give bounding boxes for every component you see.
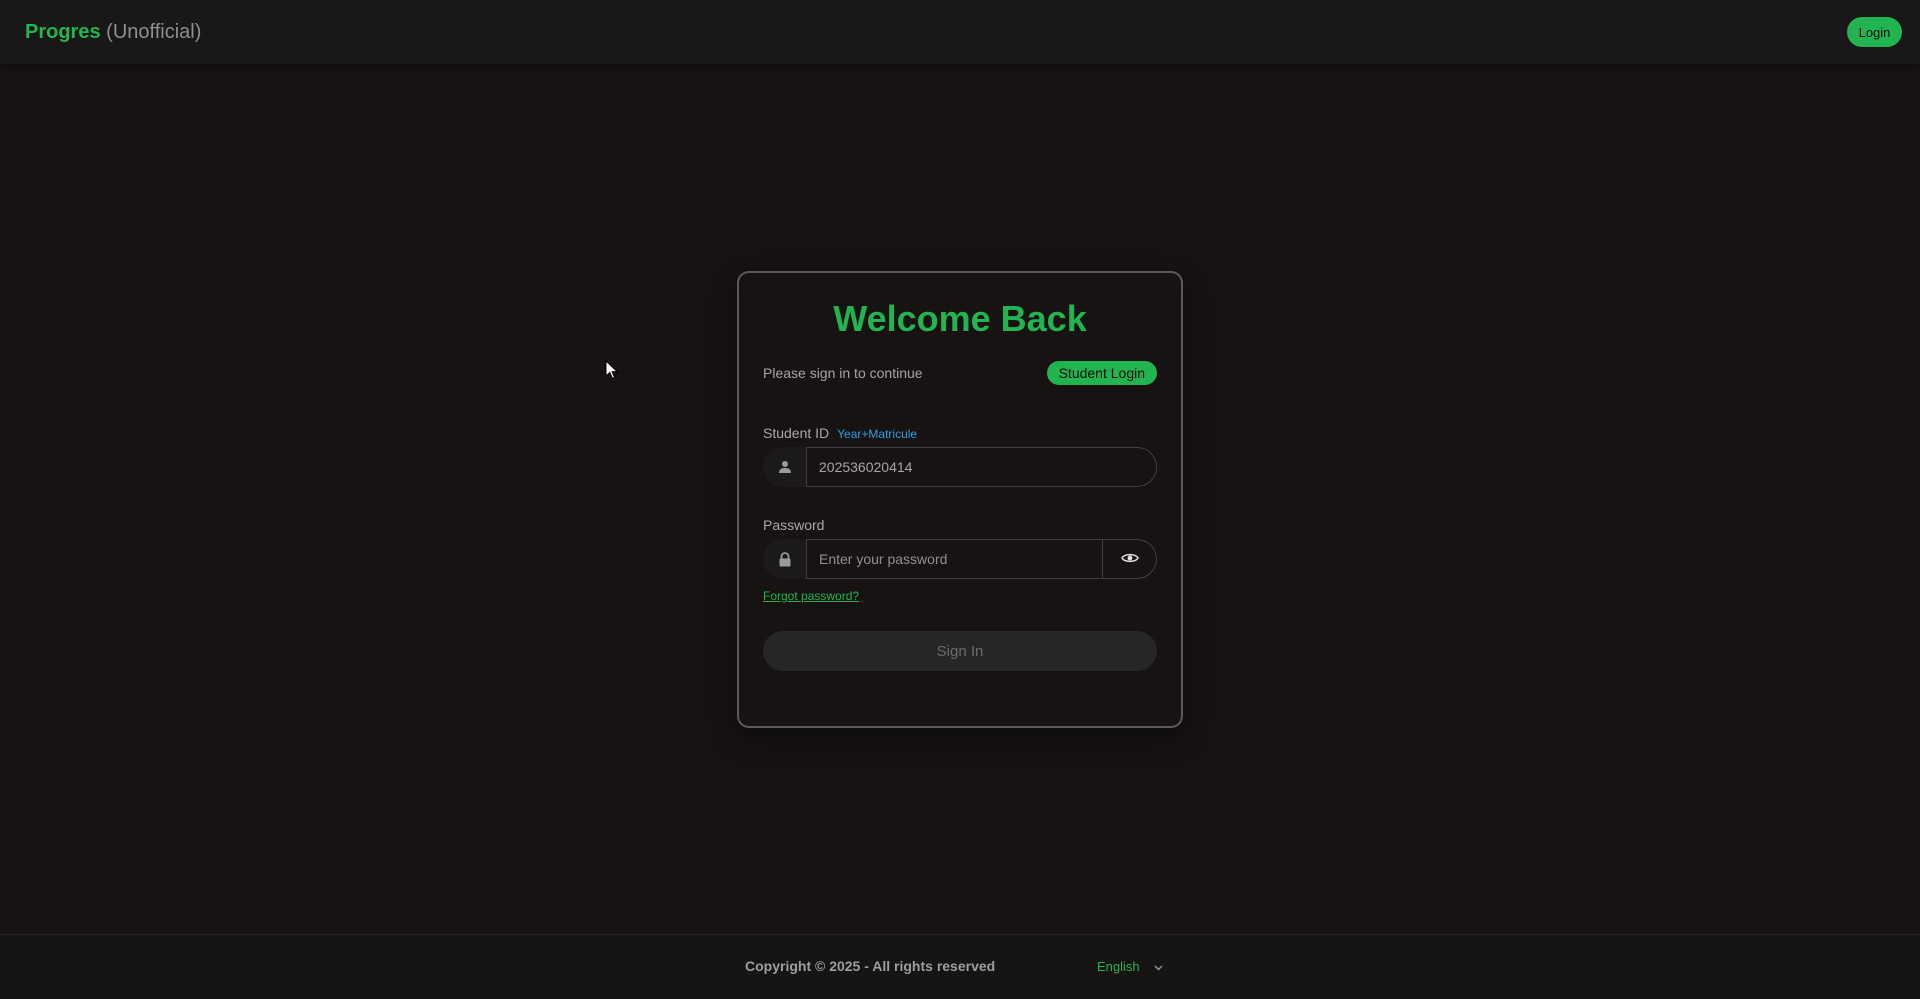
card-header-row: Please sign in to continue Student Login — [763, 361, 1157, 385]
password-label: Password — [763, 517, 825, 533]
language-selector[interactable]: English — [1097, 959, 1163, 974]
login-card: Welcome Back Please sign in to continue … — [737, 271, 1183, 728]
page-title: Welcome Back — [833, 298, 1087, 339]
brand[interactable]: Progres (Unofficial) — [25, 21, 201, 44]
top-navbar: Progres (Unofficial) Login — [0, 0, 1920, 64]
toggle-password-button[interactable] — [1103, 539, 1157, 579]
sign-in-button[interactable]: Sign In — [763, 631, 1157, 671]
chevron-down-icon — [1154, 959, 1163, 974]
lock-icon — [763, 539, 806, 579]
student-id-group — [763, 447, 1157, 487]
language-label: English — [1097, 959, 1140, 974]
mouse-cursor-icon — [605, 359, 619, 385]
login-button[interactable]: Login — [1847, 17, 1902, 47]
copyright-text: Copyright © 2025 - All rights reserved — [745, 958, 996, 974]
student-id-input[interactable] — [806, 447, 1157, 487]
user-icon — [763, 447, 806, 487]
forgot-password-link[interactable]: Forgot password? — [763, 589, 859, 603]
student-id-label-row: Student ID Year+Matricule — [763, 425, 1157, 441]
student-login-button[interactable]: Student Login — [1046, 361, 1157, 385]
brand-name[interactable]: Progres — [25, 21, 101, 43]
eye-icon — [1120, 552, 1139, 567]
footer: Copyright © 2025 - All rights reserved E… — [0, 934, 1920, 999]
signin-subtitle: Please sign in to continue — [763, 365, 923, 381]
student-id-hint: Year+Matricule — [837, 427, 918, 441]
password-input[interactable] — [806, 539, 1103, 579]
password-label-row: Password — [763, 517, 1157, 533]
brand-subtitle: (Unofficial) — [106, 20, 202, 43]
password-group — [763, 539, 1157, 579]
student-id-label: Student ID — [763, 425, 830, 441]
